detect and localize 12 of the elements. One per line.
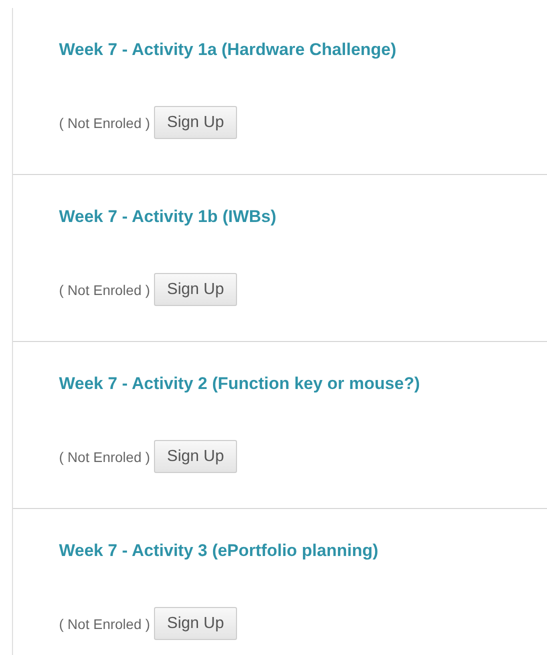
activity-title[interactable]: Week 7 - Activity 1a (Hardware Challenge) <box>59 38 396 62</box>
enrolment-status: ( Not Enroled ) <box>59 448 150 464</box>
activity-title[interactable]: Week 7 - Activity 1b (IWBs) <box>59 205 276 229</box>
sign-up-button[interactable]: Sign Up <box>154 273 237 306</box>
activity-title[interactable]: Week 7 - Activity 2 (Function key or mouse?) <box>59 372 420 396</box>
sign-up-button[interactable]: Sign Up <box>154 440 237 473</box>
activity-title[interactable]: Week 7 - Activity 3 (ePortfolio planning) <box>59 539 378 563</box>
enrolment-status: ( Not Enroled ) <box>59 616 150 632</box>
enrolment-status: ( Not Enroled ) <box>59 282 150 298</box>
enrolment-status: ( Not Enroled ) <box>59 114 150 130</box>
sign-up-button[interactable]: Sign Up <box>154 607 237 640</box>
sign-up-button[interactable]: Sign Up <box>154 106 237 139</box>
